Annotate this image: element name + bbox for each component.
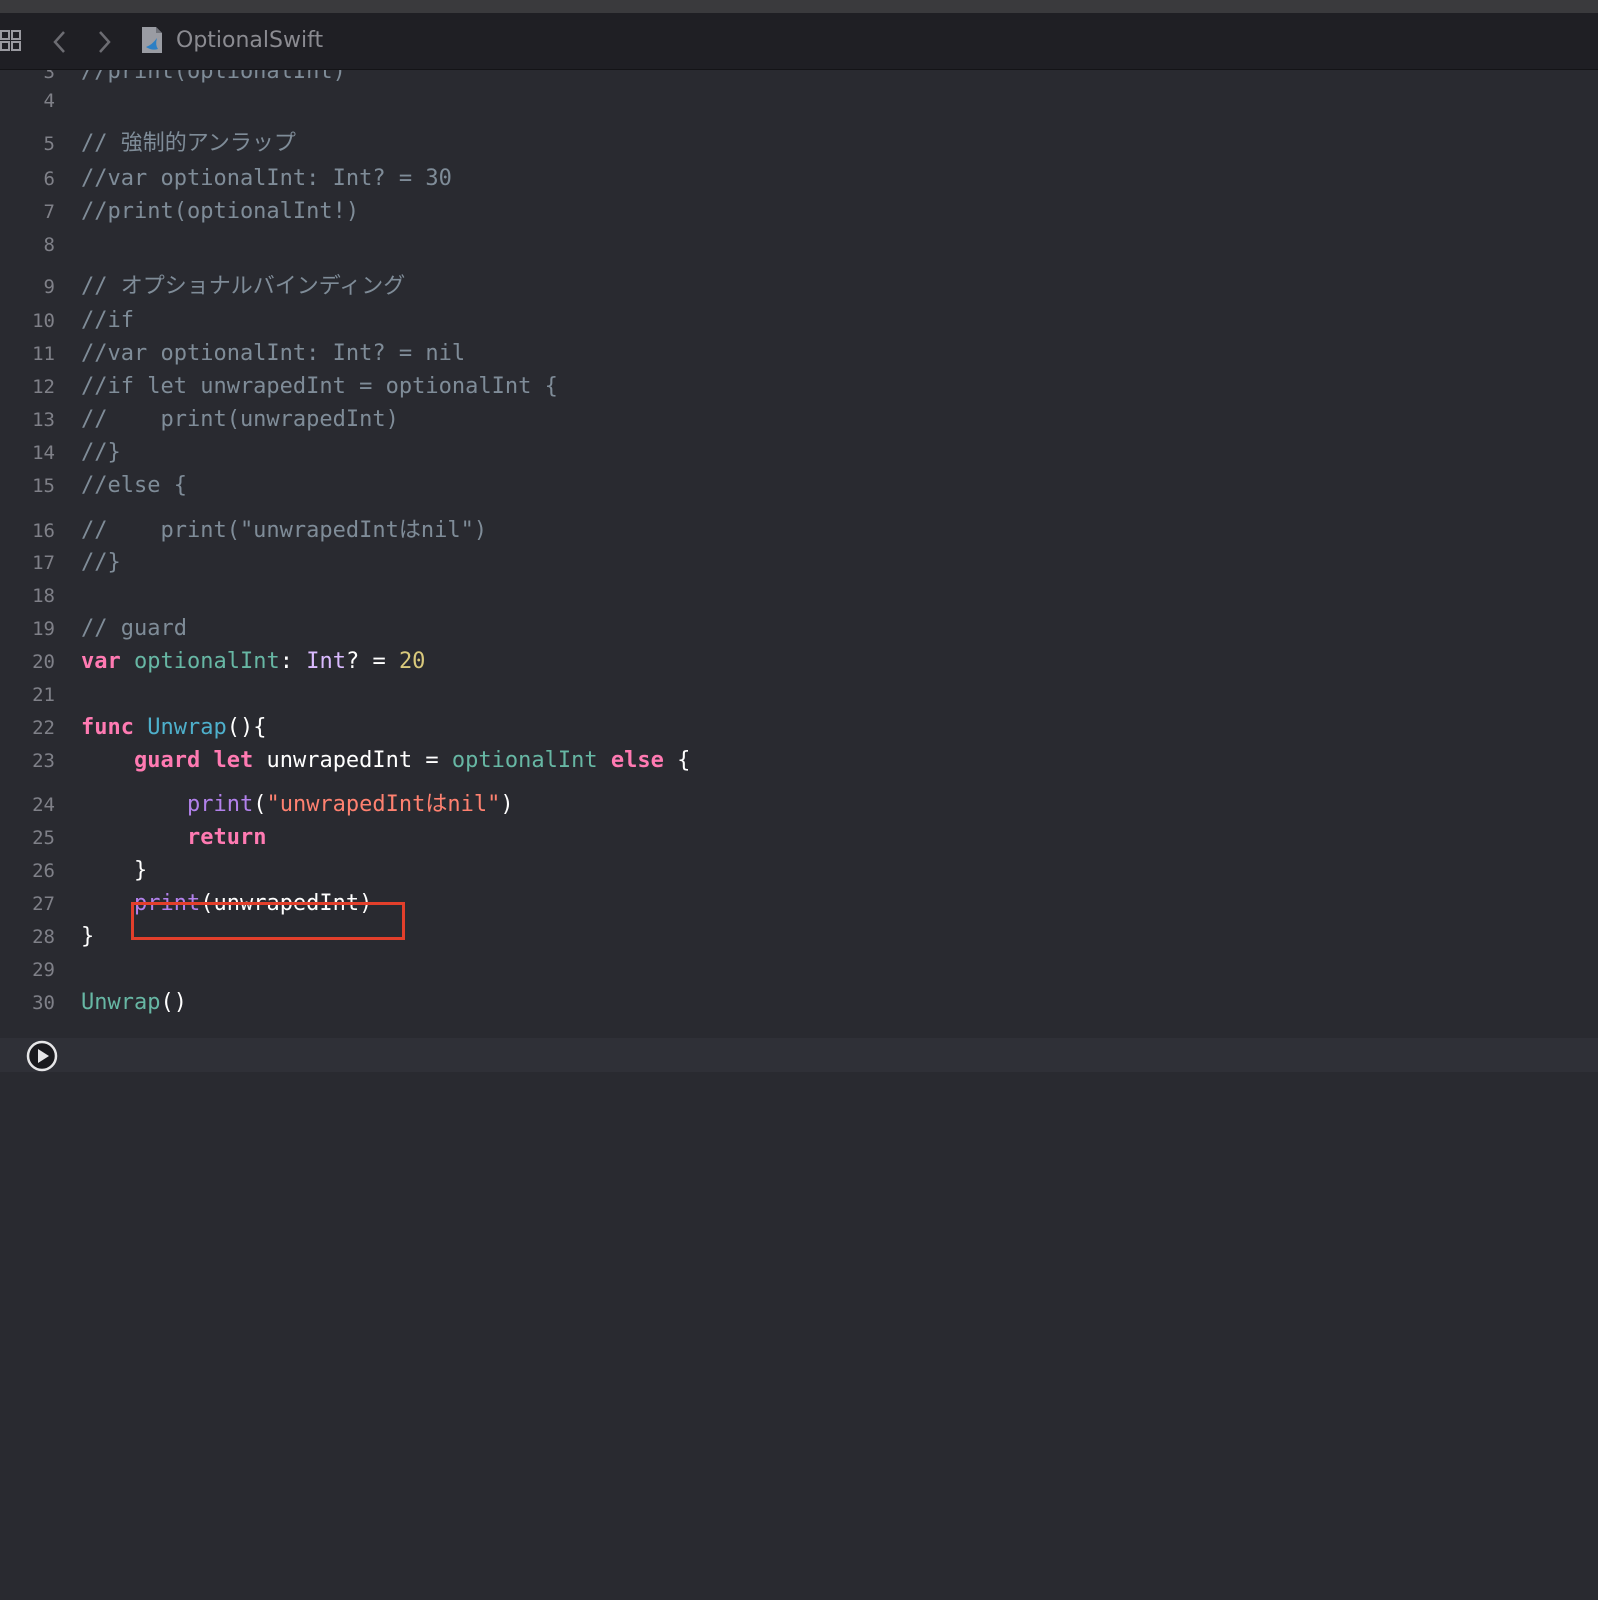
- line-number: 9: [43, 276, 55, 298]
- code-text: }: [81, 858, 148, 883]
- code-editor[interactable]: 3//print(optionalInt) 4 5// 強制的アンラップ 6//var…: [0, 70, 1598, 1600]
- code-text: //var optionalInt: Int? = 30: [81, 166, 452, 191]
- code-line: 10 //if: [0, 304, 1598, 338]
- code-text: var optionalInt: Int? = 20: [81, 649, 426, 674]
- line-number: 21: [32, 684, 55, 706]
- code-text: // print(unwrapedInt): [81, 407, 399, 432]
- code-text: // オプショナルバインディング: [81, 274, 406, 299]
- line-number: 20: [32, 651, 55, 673]
- code-text: // guard: [81, 616, 187, 641]
- code-line: 15 //else {: [0, 469, 1598, 503]
- window-top-strip: [0, 0, 1598, 13]
- code-line: 5 // 強制的アンラップ: [0, 127, 1598, 161]
- code-line: 7 //print(optionalInt!): [0, 195, 1598, 229]
- code-line: 17 //}: [0, 546, 1598, 580]
- line-number: 12: [32, 376, 55, 398]
- code-line: 24 print("unwrapedIntはnil"): [0, 788, 1598, 822]
- code-line: 6 //var optionalInt: Int? = 30: [0, 162, 1598, 196]
- code-line: 19 // guard: [0, 612, 1598, 646]
- annotation-highlight-box: [131, 902, 405, 940]
- code-line: 13 // print(unwrapedInt): [0, 403, 1598, 437]
- line-number: 29: [32, 959, 55, 981]
- line-number: 8: [43, 234, 55, 256]
- line-number: 16: [32, 520, 55, 542]
- code-line: 20 var optionalInt: Int? = 20: [0, 645, 1598, 679]
- line-number: 6: [43, 168, 55, 190]
- line-number: 30: [32, 992, 55, 1014]
- line-number: 15: [32, 475, 55, 497]
- run-play-icon[interactable]: [26, 1040, 58, 1072]
- code-text: //}: [81, 440, 121, 465]
- line-number: 23: [32, 750, 55, 772]
- code-line: 22 func Unwrap(){: [0, 711, 1598, 745]
- code-line: 21: [0, 678, 1598, 712]
- code-text: }: [81, 924, 95, 949]
- line-number: 27: [32, 893, 55, 915]
- code-line: 26 }: [0, 854, 1598, 888]
- line-number: 19: [32, 618, 55, 640]
- related-items-grid-icon[interactable]: [0, 28, 22, 54]
- code-line: 16 // print("unwrapedIntはnil"): [0, 514, 1598, 548]
- line-number: 11: [32, 343, 55, 365]
- line-number: 5: [43, 133, 55, 155]
- line-number: 13: [32, 409, 55, 431]
- code-text: //if: [81, 308, 134, 333]
- code-text: //}: [81, 550, 121, 575]
- code-text: return: [186, 825, 267, 850]
- code-line: 14 //}: [0, 436, 1598, 470]
- code-line: 11 //var optionalInt: Int? = nil: [0, 337, 1598, 371]
- code-text: guard let unwrapedInt = optionalInt else…: [133, 748, 691, 773]
- code-line: 4: [0, 84, 1598, 118]
- code-line: 29: [0, 953, 1598, 987]
- code-text: //print(optionalInt!): [81, 199, 360, 224]
- code-line: 25 return: [0, 821, 1598, 855]
- line-number: 24: [32, 794, 55, 816]
- swift-file-icon: [142, 27, 162, 53]
- chevron-left-icon[interactable]: [52, 29, 68, 55]
- line-number: 26: [32, 860, 55, 882]
- code-text: //else {: [81, 473, 187, 498]
- code-text: func Unwrap(){: [81, 715, 267, 740]
- line-number: 28: [32, 926, 55, 948]
- code-text: //if let unwrapedInt = optionalInt {: [81, 374, 558, 399]
- code-line: 18: [0, 579, 1598, 613]
- code-text: print("unwrapedIntはnil"): [186, 792, 514, 817]
- editor-navigation-bar: OptionalSwift: [0, 13, 1598, 70]
- file-name-breadcrumb[interactable]: OptionalSwift: [176, 28, 323, 54]
- code-line: 9 // オプショナルバインディング: [0, 270, 1598, 304]
- code-text: // print("unwrapedIntはnil"): [81, 518, 488, 543]
- code-line: 8: [0, 228, 1598, 262]
- code-line: 30 Unwrap(): [0, 986, 1598, 1020]
- line-number: 14: [32, 442, 55, 464]
- current-line-highlight: [0, 1038, 1598, 1072]
- line-number: 18: [32, 585, 55, 607]
- code-text: //var optionalInt: Int? = nil: [81, 341, 466, 366]
- code-line: 12 //if let unwrapedInt = optionalInt {: [0, 370, 1598, 404]
- code-text: // 強制的アンラップ: [81, 131, 296, 156]
- line-number: 7: [43, 201, 55, 223]
- line-number: 4: [43, 90, 55, 112]
- line-number: 25: [32, 827, 55, 849]
- code-line: 23 guard let unwrapedInt = optionalInt e…: [0, 744, 1598, 778]
- code-text: Unwrap(): [81, 990, 187, 1015]
- line-number: 22: [32, 717, 55, 739]
- chevron-right-icon[interactable]: [96, 29, 112, 55]
- line-number: 17: [32, 552, 55, 574]
- line-number: 10: [32, 310, 55, 332]
